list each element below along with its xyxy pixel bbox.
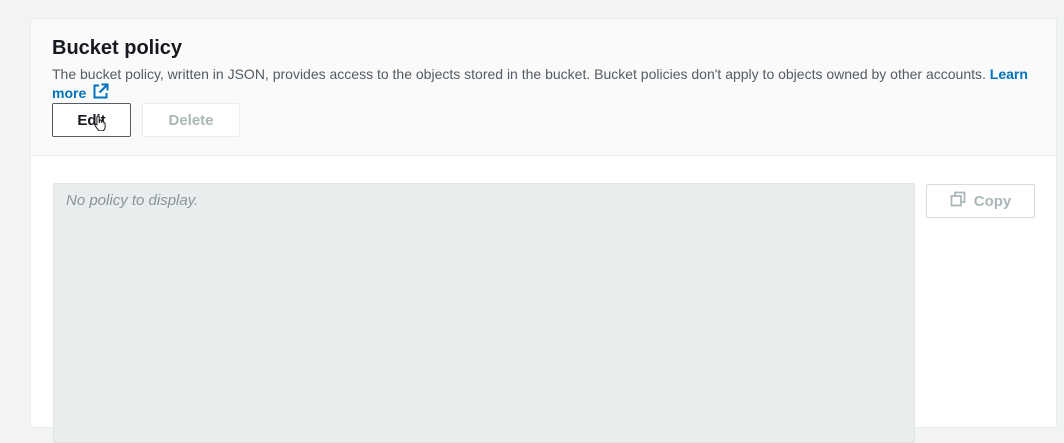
hand-pointer-icon [94, 115, 107, 135]
bucket-policy-panel: Bucket policy The bucket policy, written… [30, 18, 1057, 443]
copy-button-label: Copy [973, 192, 1012, 210]
copy-icon [950, 191, 966, 211]
edit-button[interactable]: Edit [52, 103, 131, 137]
section-title: Bucket policy [52, 37, 183, 59]
panel-header: Bucket policy The bucket policy, written… [31, 19, 1056, 156]
policy-viewer: No policy to display. [53, 183, 915, 443]
delete-button-label: Delete [168, 111, 214, 129]
section-description: The bucket policy, written in JSON, prov… [52, 65, 1042, 104]
action-buttons: Edit Delete [52, 103, 240, 137]
description-text: The bucket policy, written in JSON, prov… [52, 66, 990, 82]
empty-policy-text: No policy to display. [66, 192, 199, 209]
external-link-icon [92, 83, 109, 104]
copy-button[interactable]: Copy [926, 184, 1035, 218]
delete-button[interactable]: Delete [142, 103, 240, 137]
